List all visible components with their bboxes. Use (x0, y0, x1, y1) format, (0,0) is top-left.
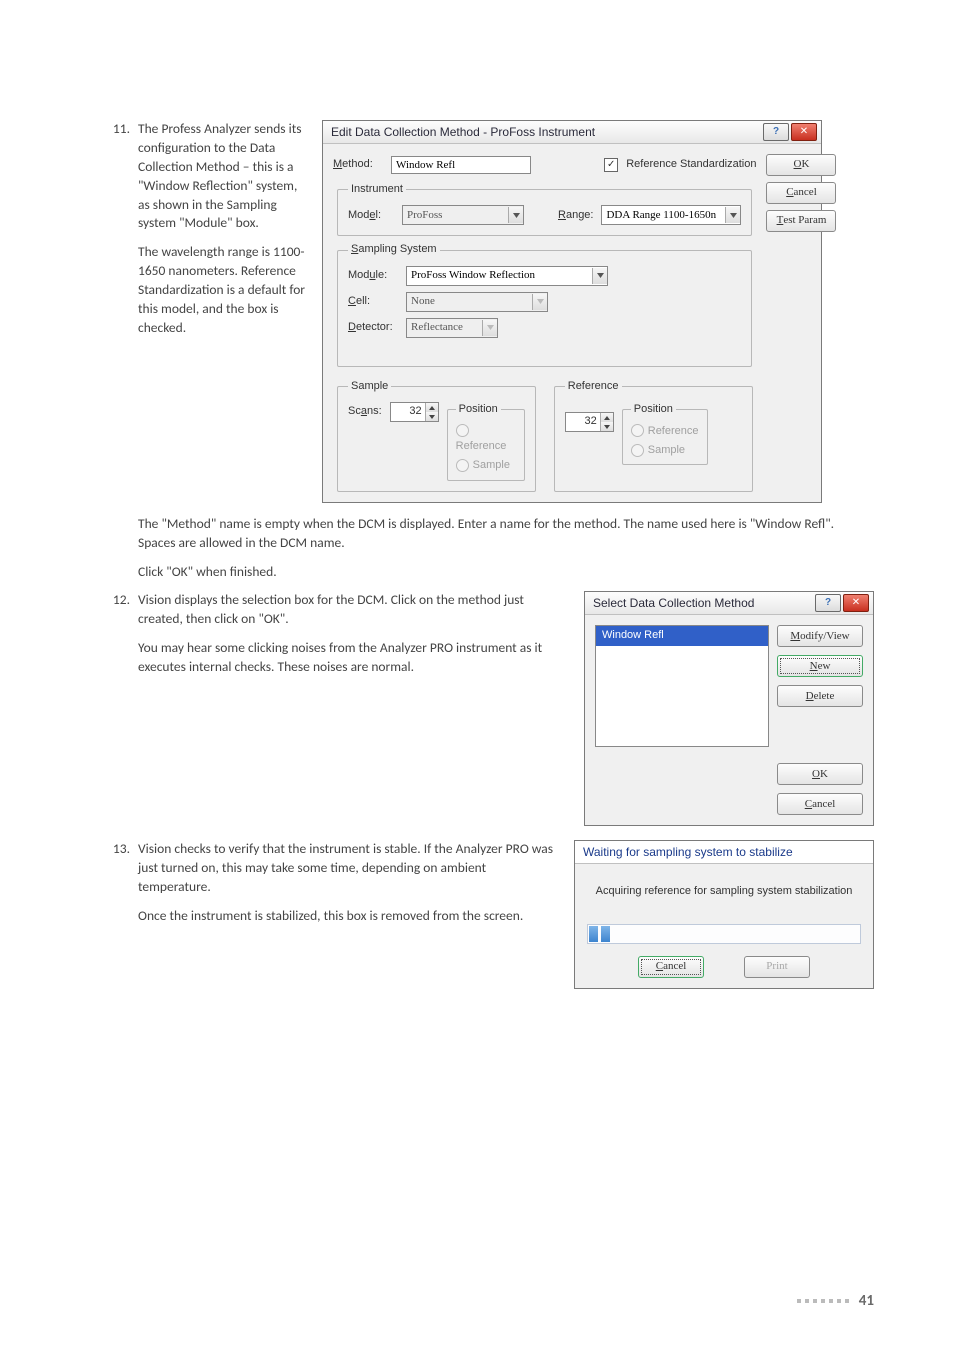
dlg1-title: Edit Data Collection Method - ProFoss In… (331, 124, 763, 141)
ref-std-checkbox[interactable]: ✓ (604, 158, 618, 172)
new-button[interactable]: New (777, 655, 863, 677)
sample-pos-reference-label: Reference (456, 440, 507, 452)
chevron-down-icon (592, 268, 607, 284)
instrument-group: Instrument Model: ProFoss Range: (337, 182, 752, 236)
sampling-legend: Sampling System (348, 242, 440, 257)
select-dcm-dialog: Select Data Collection Method ? ✕ Window… (584, 591, 874, 826)
list-item[interactable]: Window Refl (596, 626, 768, 645)
reference-group: Reference 32 Positi (554, 379, 753, 492)
page-footer: 41 (797, 1292, 874, 1310)
spin-up-icon[interactable] (601, 413, 613, 422)
range-select[interactable]: DDA Range 1100-1650n (601, 205, 741, 225)
step-13-para-1: Vision checks to verify that the instrum… (138, 840, 554, 897)
sample-position-group: Position Reference Sample (447, 402, 525, 481)
ref-pos-reference-radio (631, 424, 644, 437)
dcm-listbox[interactable]: Window Refl (595, 625, 769, 747)
step-11-after-2: Click "OK" when finished. (138, 563, 874, 582)
step-11-para-1: The Profess Analyzer sends its configura… (138, 120, 308, 233)
cell-label: Cell: (348, 294, 398, 309)
sample-legend: Sample (348, 379, 391, 394)
chevron-down-icon (508, 207, 523, 223)
stabilize-dialog: Waiting for sampling system to stabilize… (574, 840, 874, 988)
position-legend-2: Position (631, 402, 676, 417)
spin-up-icon[interactable] (426, 403, 438, 412)
sample-pos-reference-radio (456, 424, 469, 437)
test-param-button[interactable]: Test Param (766, 210, 836, 232)
step-12-para-1: Vision displays the selection box for th… (138, 591, 564, 629)
help-icon[interactable]: ? (815, 594, 841, 612)
delete-button[interactable]: Delete (777, 685, 863, 707)
step-12-para-2: You may hear some clicking noises from t… (138, 639, 564, 677)
sample-scans-spinner[interactable]: 32 (390, 402, 439, 422)
ref-std-label: Reference Standardization (626, 157, 756, 172)
footer-dots-icon (797, 1299, 849, 1303)
dlg3-message: Acquiring reference for sampling system … (575, 864, 873, 919)
ref-pos-reference-label: Reference (648, 425, 699, 437)
cancel-button[interactable]: Cancel (638, 956, 704, 978)
reference-legend: Reference (565, 379, 622, 394)
detector-label: Detector: (348, 320, 398, 335)
dlg2-title: Select Data Collection Method (593, 595, 815, 612)
ref-pos-sample-radio (631, 444, 644, 457)
method-input[interactable] (391, 156, 531, 174)
module-select[interactable]: ProFoss Window Reflection (406, 266, 608, 286)
help-icon[interactable]: ? (763, 123, 789, 141)
chevron-down-icon (482, 320, 497, 336)
modify-view-button[interactable]: Modify/View (777, 625, 863, 647)
model-select[interactable]: ProFoss (402, 205, 524, 225)
print-button: Print (744, 956, 810, 978)
detector-select[interactable]: Reflectance (406, 318, 498, 338)
spin-down-icon[interactable] (426, 412, 438, 421)
ok-button[interactable]: OK (777, 763, 863, 785)
close-icon[interactable]: ✕ (843, 594, 869, 612)
step-13-para-2: Once the instrument is stabilized, this … (138, 907, 554, 926)
step-12-number: 12. (100, 591, 138, 826)
sample-pos-sample-label: Sample (473, 459, 510, 471)
method-label: Method: (333, 157, 383, 172)
model-label: Model: (348, 208, 394, 223)
cancel-button[interactable]: Cancel (777, 793, 863, 815)
ref-pos-sample-label: Sample (648, 444, 685, 456)
module-label: Module: (348, 268, 398, 283)
scans-label: Scans: (348, 404, 382, 419)
chevron-down-icon (532, 294, 547, 310)
chevron-down-icon (725, 207, 740, 223)
page-number: 41 (859, 1292, 874, 1310)
dlg3-title: Waiting for sampling system to stabilize (583, 844, 869, 861)
edit-dcm-dialog: Edit Data Collection Method - ProFoss In… (322, 120, 822, 503)
cancel-button[interactable]: Cancel (766, 182, 836, 204)
step-11-para-2: The wavelength range is 1100-1650 nanome… (138, 243, 308, 337)
sample-pos-sample-radio (456, 459, 469, 472)
reference-position-group: Position Reference Sample (622, 402, 708, 465)
step-13-number: 13. (100, 840, 138, 988)
spin-down-icon[interactable] (601, 422, 613, 431)
step-11-number: 11. (100, 120, 138, 503)
cell-select[interactable]: None (406, 292, 548, 312)
range-label: Range: (558, 208, 593, 223)
reference-scans-spinner[interactable]: 32 (565, 412, 614, 432)
sampling-system-group: Sampling System Module: ProFoss Window R… (337, 242, 752, 366)
sample-group: Sample Scans: 32 (337, 379, 536, 492)
ok-button[interactable]: OK (766, 154, 836, 176)
progress-bar (587, 924, 861, 944)
close-icon[interactable]: ✕ (791, 123, 817, 141)
position-legend: Position (456, 402, 501, 417)
instrument-legend: Instrument (348, 182, 406, 197)
step-11-after-1: The "Method" name is empty when the DCM … (138, 515, 874, 553)
